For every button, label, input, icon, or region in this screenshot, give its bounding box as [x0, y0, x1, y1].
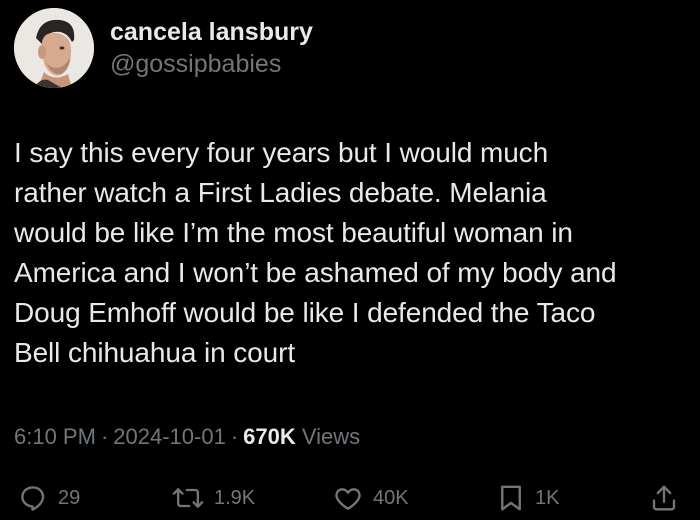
- retweet-button[interactable]: 1.9K: [172, 478, 255, 518]
- bookmark-count: 1K: [535, 486, 560, 509]
- tweet-text-line: I say this every four years but I would …: [14, 137, 549, 168]
- tweet-text: I say this every four years but I would …: [14, 133, 686, 373]
- views-count[interactable]: 670K: [243, 424, 296, 449]
- avatar[interactable]: [14, 8, 94, 88]
- meta-separator: ·: [230, 424, 239, 449]
- tweet-meta: 6:10 PM · 2024-10-01 · 670K Views: [14, 422, 360, 452]
- action-bar: 29 1.9K 40K 1K: [0, 478, 700, 518]
- reply-icon: [21, 486, 45, 511]
- retweet-count: 1.9K: [214, 486, 256, 509]
- tweet-text-line: Doug Emhoff would be like I defended the…: [14, 297, 596, 328]
- user-handle[interactable]: @gossipbabies: [110, 49, 313, 79]
- meta-separator: ·: [100, 424, 109, 449]
- avatar-image: [14, 8, 94, 88]
- views-label: Views: [301, 424, 361, 449]
- like-button[interactable]: 40K: [333, 478, 409, 518]
- tweet-date[interactable]: 2024-10-01: [113, 424, 226, 449]
- bookmark-button[interactable]: 1K: [497, 478, 559, 518]
- heart-icon: [335, 488, 361, 510]
- tweet-text-line: would be like I’m the most beautiful wom…: [14, 217, 573, 248]
- tweet-text-line: Bell chihuahua in court: [14, 337, 295, 368]
- share-button[interactable]: [650, 478, 678, 518]
- share-icon: [652, 485, 676, 511]
- tweet-card: cancela lansbury @gossipbabies I say thi…: [0, 0, 700, 520]
- bookmark-icon: [501, 485, 521, 511]
- tweet-time[interactable]: 6:10 PM: [14, 424, 96, 449]
- like-count: 40K: [373, 486, 409, 509]
- retweet-icon: [172, 488, 204, 508]
- tweet-text-line: America and I won’t be ashamed of my bod…: [14, 257, 617, 288]
- user-block: cancela lansbury @gossipbabies: [110, 17, 313, 79]
- display-name[interactable]: cancela lansbury: [110, 17, 313, 47]
- tweet-text-line: rather watch a First Ladies debate. Mela…: [14, 177, 547, 208]
- tweet-header: cancela lansbury @gossipbabies: [14, 8, 313, 88]
- reply-count: 29: [58, 486, 81, 509]
- reply-button[interactable]: 29: [18, 478, 80, 518]
